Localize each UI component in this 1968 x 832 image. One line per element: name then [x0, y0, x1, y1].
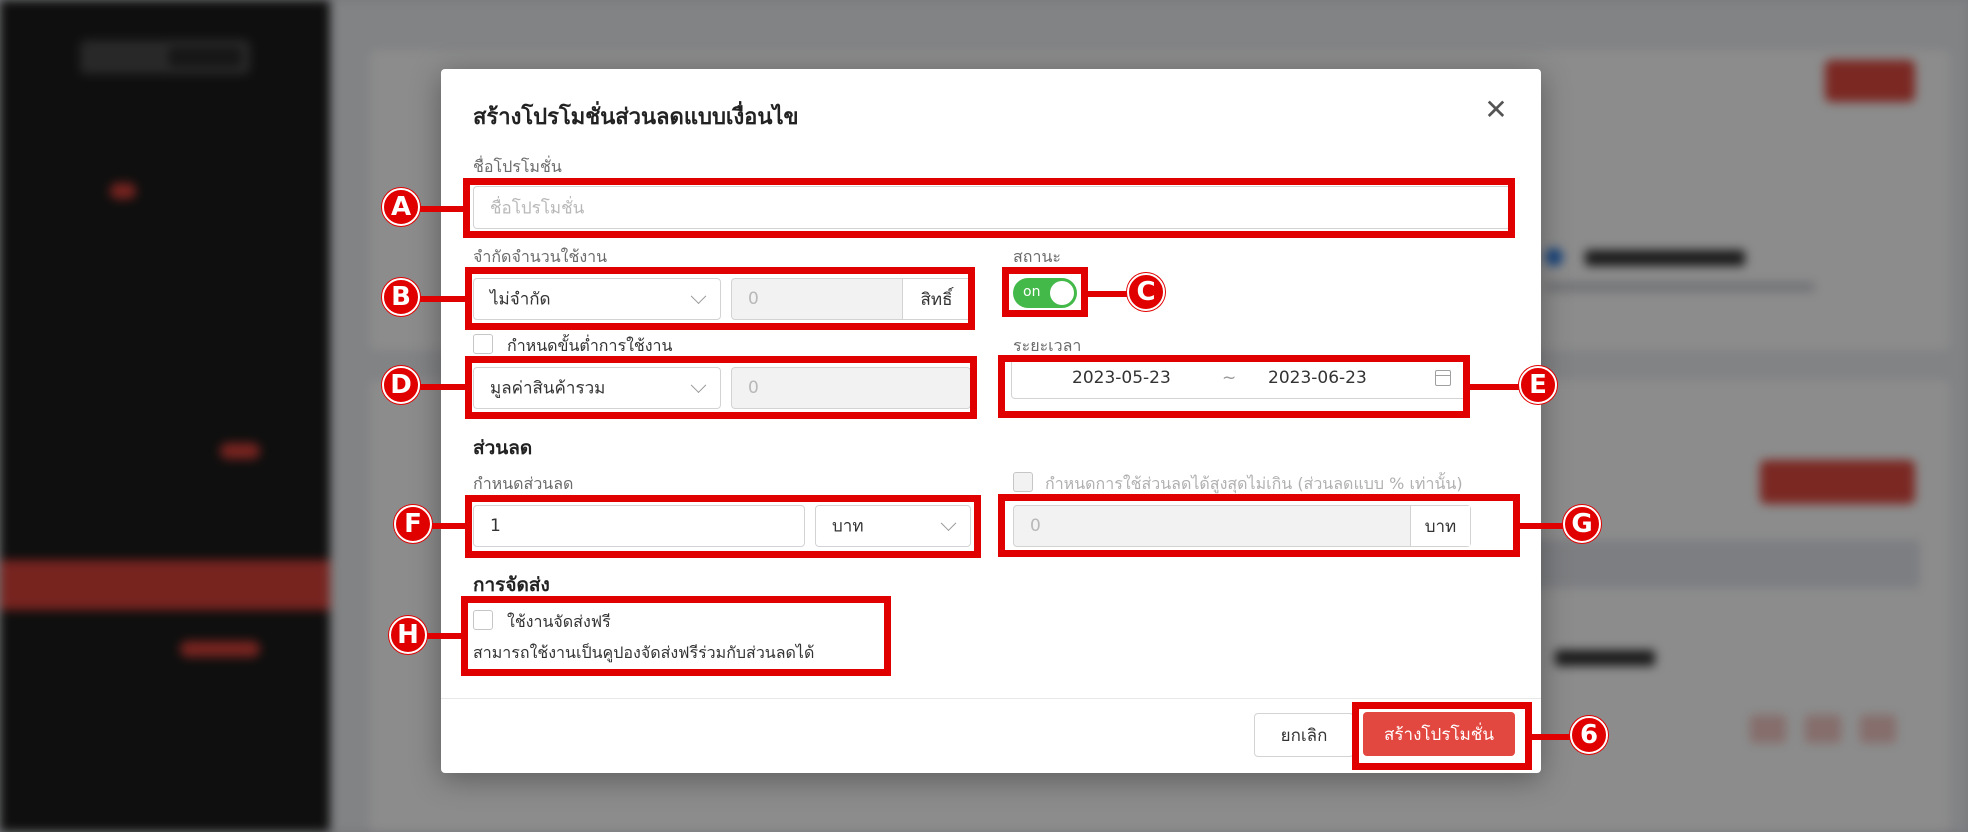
max-discount-value: 0	[1030, 516, 1041, 536]
usage-limit-amount-input[interactable]: 0 สิทธิ์	[731, 278, 971, 320]
usage-limit-amount-value: 0	[748, 289, 759, 309]
dialog-footer-divider	[441, 698, 1541, 699]
create-promotion-button[interactable]: สร้างโปรโมชั่น	[1363, 712, 1515, 756]
minimum-amount-value: 0	[748, 378, 759, 398]
usage-limit-select-value: ไม่จำกัด	[490, 289, 551, 310]
usage-limit-label: จำกัดจำนวนใช้งาน	[473, 247, 608, 266]
max-discount-checkbox[interactable]	[1013, 472, 1033, 492]
annotation-leader-h	[426, 633, 463, 639]
discount-unit-value: บาท	[832, 516, 864, 537]
usage-limit-select[interactable]: ไม่จำกัด	[473, 278, 721, 320]
max-discount-input[interactable]: 0 บาท	[1013, 505, 1471, 547]
annotation-marker-c: C	[1127, 273, 1165, 311]
discount-unit-select[interactable]: บาท	[815, 505, 971, 547]
calendar-icon	[1435, 370, 1451, 386]
free-shipping-checkbox[interactable]	[473, 610, 493, 630]
create-promotion-dialog: สร้างโปรโมชั่นส่วนลดแบบเงื่อนไข ✕ ชื่อโป…	[441, 69, 1541, 773]
minimum-type-value: มูลค่าสินค้ารวม	[490, 378, 606, 399]
period-date-range-picker[interactable]: 2023-05-23 ~ 2023-06-23	[1011, 357, 1467, 399]
discount-value-input[interactable]: 1	[473, 505, 805, 547]
discount-section-title: ส่วนลด	[473, 437, 533, 459]
status-toggle-knob	[1050, 281, 1074, 305]
usage-limit-unit: สิทธิ์	[902, 279, 970, 319]
annotation-marker-b: B	[382, 278, 420, 316]
chevron-down-icon	[940, 515, 957, 532]
max-discount-unit: บาท	[1410, 506, 1470, 546]
promotion-name-label: ชื่อโปรโมชั่น	[473, 157, 562, 176]
minimum-type-select[interactable]: มูลค่าสินค้ารวม	[473, 367, 721, 409]
cancel-button[interactable]: ยกเลิก	[1254, 713, 1354, 757]
close-icon[interactable]: ✕	[1481, 95, 1511, 125]
period-label: ระยะเวลา	[1013, 336, 1082, 355]
max-discount-checkbox-label: กำหนดการใช้ส่วนลดได้สูงสุดไม่เกิน (ส่วนล…	[1045, 474, 1463, 493]
minimum-checkbox-label: กำหนดขั้นต่ำการใช้งาน	[507, 336, 673, 355]
annotation-leader-a	[420, 206, 465, 212]
status-toggle[interactable]: on	[1013, 278, 1077, 308]
status-label: สถานะ	[1013, 247, 1061, 266]
free-shipping-label: ใช้งานจัดส่งฟรี	[507, 612, 611, 631]
annotation-marker-h: H	[389, 616, 427, 654]
annotation-marker-d: D	[382, 366, 420, 404]
free-shipping-helper-text: สามารถใช้งานเป็นคูปองจัดส่งฟรีร่วมกับส่ว…	[473, 643, 815, 662]
promotion-name-placeholder: ชื่อโปรโมชั่น	[490, 198, 585, 218]
promotion-name-input[interactable]: ชื่อโปรโมชั่น	[473, 186, 1511, 229]
chevron-down-icon	[690, 288, 707, 305]
period-separator: ~	[1222, 368, 1237, 388]
period-end-date[interactable]: 2023-06-23	[1268, 368, 1367, 388]
annotation-leader-6	[1530, 734, 1573, 740]
minimum-amount-input[interactable]: 0	[731, 367, 971, 409]
annotation-marker-e: E	[1519, 366, 1557, 404]
annotation-leader-b	[420, 296, 467, 302]
status-toggle-text: on	[1023, 284, 1041, 300]
minimum-checkbox[interactable]	[473, 334, 493, 354]
period-start-date[interactable]: 2023-05-23	[1072, 368, 1171, 388]
dialog-title: สร้างโปรโมชั่นส่วนลดแบบเงื่อนไข	[473, 105, 799, 130]
annotation-marker-a: A	[382, 188, 420, 226]
annotation-marker-f: F	[394, 505, 432, 543]
annotation-leader-d	[420, 384, 467, 390]
annotation-marker-6: 6	[1570, 716, 1608, 754]
discount-label: กำหนดส่วนลด	[473, 474, 574, 493]
chevron-down-icon	[690, 377, 707, 394]
shipping-section-title: การจัดส่ง	[473, 574, 550, 596]
annotation-leader-f	[432, 523, 467, 529]
discount-value: 1	[490, 516, 501, 536]
annotation-marker-g: G	[1563, 505, 1601, 543]
